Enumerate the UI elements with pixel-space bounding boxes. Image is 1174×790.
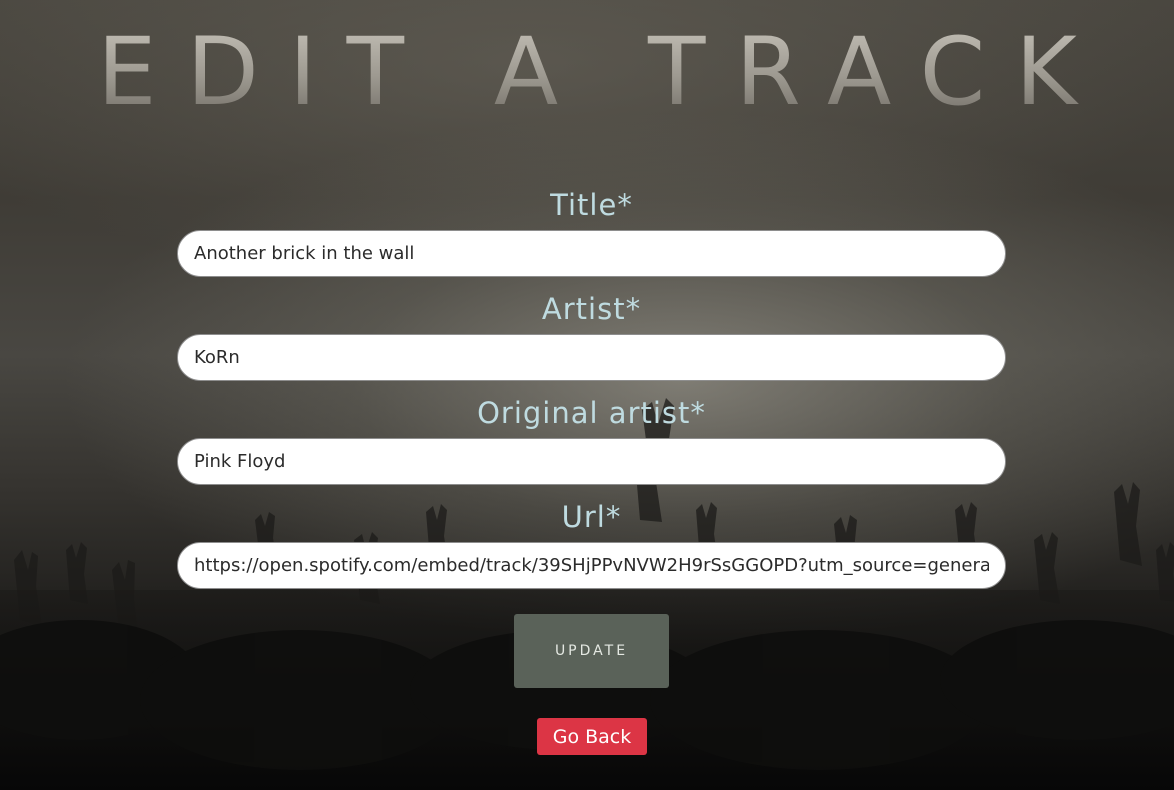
update-button[interactable]: Update [514,614,669,688]
title-label: Title* [550,188,633,222]
original-artist-input[interactable] [177,438,1006,485]
edit-track-form: Title* Artist* Original artist* Url* [177,180,1006,596]
url-field-group: Url* [177,492,1006,589]
url-label: Url* [561,500,622,534]
go-back-button[interactable]: Go Back [537,718,647,755]
artist-label: Artist* [541,292,642,326]
original-artist-label: Original artist* [477,396,706,430]
original-artist-field-group: Original artist* [177,388,1006,485]
title-input[interactable] [177,230,1006,277]
artist-field-group: Artist* [177,284,1006,381]
artist-input[interactable] [177,334,1006,381]
url-input[interactable] [177,542,1006,589]
title-field-group: Title* [177,180,1006,277]
page-title: EDIT A TRACK [0,18,1174,127]
